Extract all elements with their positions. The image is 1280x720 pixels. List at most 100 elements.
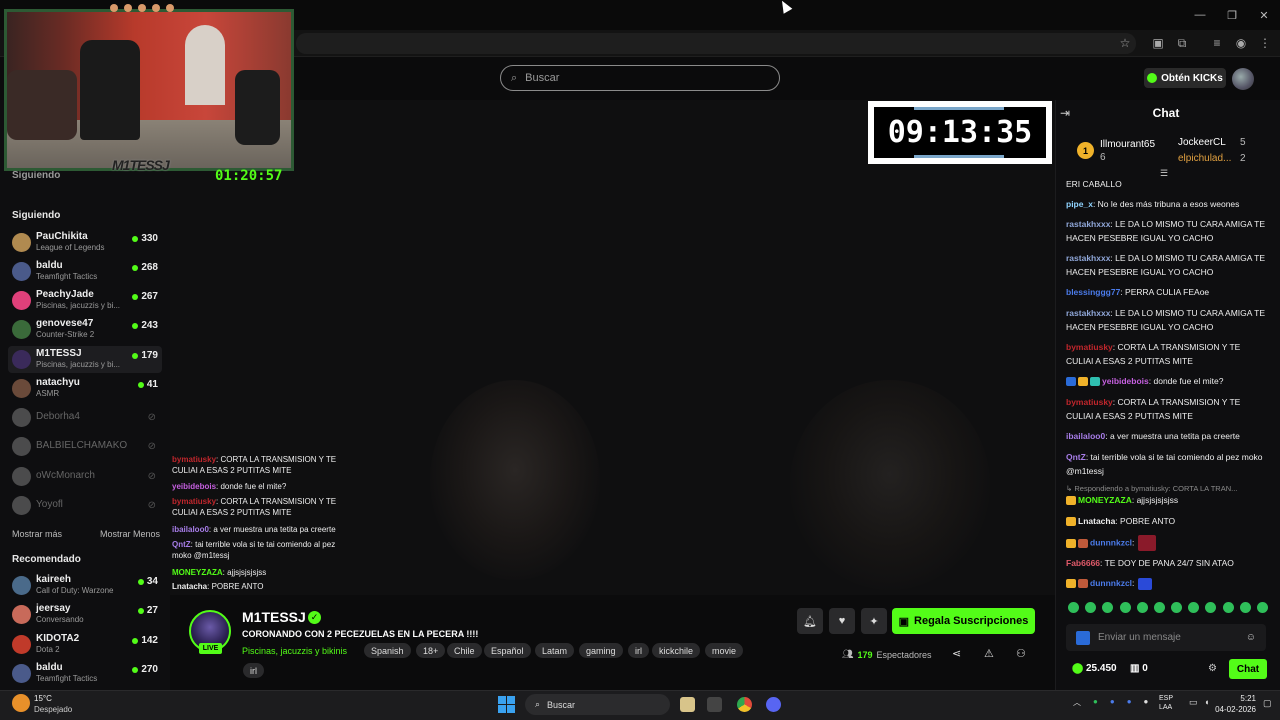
emote-icon[interactable] (1119, 602, 1131, 613)
tray-app-icon[interactable]: ● (1127, 697, 1132, 708)
taskbar-time[interactable]: 5:21 (1226, 694, 1256, 703)
emote-icon[interactable] (1256, 602, 1268, 613)
tag-chip[interactable]: irl (243, 663, 264, 678)
emote-icon[interactable] (1102, 602, 1114, 613)
follow-icon[interactable]: ⚇ (1016, 647, 1026, 660)
chevron-up-icon[interactable]: ︿ (1073, 697, 1081, 708)
show-more-link[interactable]: Mostrar más (12, 529, 62, 539)
collapse-chat-icon[interactable]: ⇥ (1060, 106, 1070, 120)
sidebar-item-yoyofl[interactable]: Yoyofl ⊘ (8, 492, 162, 519)
emote-icon[interactable] (1222, 602, 1234, 613)
live-dot-icon (132, 637, 139, 644)
language-indicator[interactable]: ESP LAA (1159, 694, 1173, 712)
screenshot-icon[interactable]: ▣ (1149, 34, 1167, 52)
emote-icon[interactable] (1171, 602, 1183, 613)
leader-name[interactable]: JockeerCL (1178, 137, 1226, 148)
emote-icon[interactable] (1136, 602, 1148, 613)
sidebar-item-balbielchamako[interactable]: BALBIELCHAMAKO ⊘ (8, 433, 162, 460)
emote-icon[interactable] (1085, 602, 1097, 613)
follow-heart-button[interactable]: ♥ (829, 608, 855, 634)
taskbar-date[interactable]: 04-02-2026 (1206, 705, 1256, 714)
user-avatar[interactable] (1232, 68, 1254, 90)
emote-icon[interactable] (1068, 602, 1079, 613)
app-icon[interactable] (707, 697, 722, 712)
chat-send-button[interactable]: Chat (1229, 659, 1267, 679)
tag-chip[interactable]: Spanish (364, 643, 411, 658)
stream-title: CORONANDO CON 2 PECEZUELAS EN LA PECERA … (242, 629, 479, 639)
close-icon[interactable]: ✕ (1248, 0, 1280, 30)
video-person-right (790, 380, 990, 590)
emote-icon[interactable] (1205, 602, 1217, 613)
leaderboard-rank-icon: 1 (1077, 142, 1094, 159)
stream-clock: 09:13:35 (874, 107, 1046, 158)
sidebar-item-m1tessj[interactable]: M1TESSJ Piscinas, jacuzzis y bi... 179 (8, 346, 162, 373)
profile-icon[interactable]: ◉ (1232, 34, 1250, 52)
gift-subs-button[interactable]: ▣ Regala Suscripciones (892, 608, 1035, 634)
leader-name[interactable]: Illmourant65 (1100, 139, 1155, 150)
share-icon[interactable]: ⋖ (952, 647, 961, 660)
video-player[interactable] (170, 100, 1055, 595)
notification-bell-button[interactable]: 🔔︎ (797, 608, 823, 634)
channel-category: Call of Duty: Warzone (36, 586, 114, 595)
sidebar-item-genovese47[interactable]: genovese47 Counter-Strike 2 243 (8, 316, 162, 343)
sidebar-item-peachyjade[interactable]: PeachyJade Piscinas, jacuzzis y bi... 26… (8, 287, 162, 314)
following-title: Siguiendo (12, 210, 61, 221)
streamer-name[interactable]: M1TESSJ (242, 609, 306, 625)
channel-name: Deborha4 (36, 411, 80, 422)
sidebar-item-owcmonarch[interactable]: oWcMonarch ⊘ (8, 463, 162, 490)
tag-chip[interactable]: gaming (579, 643, 623, 658)
tag-chip[interactable]: movie (705, 643, 744, 658)
menu-icon[interactable]: ⋮ (1256, 34, 1274, 52)
sidebar-item-baldu[interactable]: baldu Teamfight Tactics 268 (8, 258, 162, 285)
leader-name[interactable]: elpichulad... (1178, 153, 1231, 164)
url-field[interactable] (296, 33, 1136, 54)
bookmark-star-icon[interactable]: ☆ (1116, 34, 1134, 52)
chrome-icon[interactable] (737, 697, 752, 712)
sidebar-item-natachyu[interactable]: natachyu ASMR 41 (8, 375, 162, 402)
maximize-icon[interactable]: ❐ (1216, 0, 1248, 30)
notification-icon[interactable]: ▢ (1263, 698, 1272, 709)
weather-icon[interactable] (12, 694, 30, 712)
channel-name: oWcMonarch (36, 470, 95, 481)
chat-message-input[interactable]: Enviar un mensaje ☺ (1066, 624, 1266, 651)
emote-icon[interactable] (1239, 602, 1251, 613)
sidebar-item-pauchikita[interactable]: PauChikita League of Legends 330 (8, 229, 162, 256)
show-less-link[interactable]: Mostrar Menos (100, 529, 160, 539)
stream-category[interactable]: Piscinas, jacuzzis y bikinis (242, 646, 347, 656)
channel-name: jeersay (36, 603, 71, 614)
tag-chip[interactable]: kickchile (652, 643, 701, 658)
tag-chip[interactable]: 18+ (416, 643, 446, 658)
taskbar-search[interactable]: ⌕ Buscar (525, 694, 670, 715)
tag-chip[interactable]: irl (628, 643, 649, 658)
emoji-icon[interactable]: ☺ (1246, 632, 1256, 643)
search-input[interactable]: ⌕ Buscar (500, 65, 780, 91)
tray-app-icon[interactable]: ● (1144, 697, 1149, 708)
playlist-icon[interactable]: ≡ (1208, 34, 1226, 52)
discord-icon[interactable] (766, 697, 781, 712)
kick-points[interactable]: ⬤ 25.450 (1072, 663, 1117, 674)
channel-name: KIDOTA2 (36, 633, 80, 644)
minimize-icon[interactable]: — (1184, 0, 1216, 30)
subs-count[interactable]: ▥ 0 (1130, 663, 1148, 674)
emote-icon[interactable] (1153, 602, 1165, 613)
tray-app-icon[interactable]: ● (1110, 697, 1115, 708)
sidebar-item-kaireeh[interactable]: kaireeh Call of Duty: Warzone 34 (8, 572, 162, 599)
get-kicks-button[interactable]: Obtén KICKs (1144, 68, 1226, 88)
network-icon[interactable]: ▭ (1189, 697, 1198, 708)
channel-category: Piscinas, jacuzzis y bi... (36, 301, 121, 310)
tray-app-icon[interactable]: ● (1093, 697, 1098, 708)
file-explorer-icon[interactable] (680, 697, 695, 712)
sidebar-item-baldu-recommended[interactable]: baldu Teamfight Tactics 270 (8, 660, 162, 687)
clip-button[interactable]: ✦ (861, 608, 887, 634)
tag-chip[interactable]: Español (484, 643, 531, 658)
tag-chip[interactable]: Chile (447, 643, 482, 658)
sidebar-item-jeersay[interactable]: jeersay Conversando 27 (8, 601, 162, 628)
tag-chip[interactable]: Latam (535, 643, 575, 658)
windows-start-icon[interactable] (498, 696, 515, 713)
extensions-icon[interactable]: ⧉ (1173, 34, 1191, 52)
sidebar-item-kidota2[interactable]: KIDOTA2 Dota 2 142 (8, 631, 162, 658)
emote-icon[interactable] (1188, 602, 1200, 613)
sidebar-item-deborha4[interactable]: Deborha4 ⊘ (8, 404, 162, 431)
report-icon[interactable]: ⚠ (984, 647, 994, 660)
chat-settings-icon[interactable]: ⚙ (1208, 663, 1217, 674)
